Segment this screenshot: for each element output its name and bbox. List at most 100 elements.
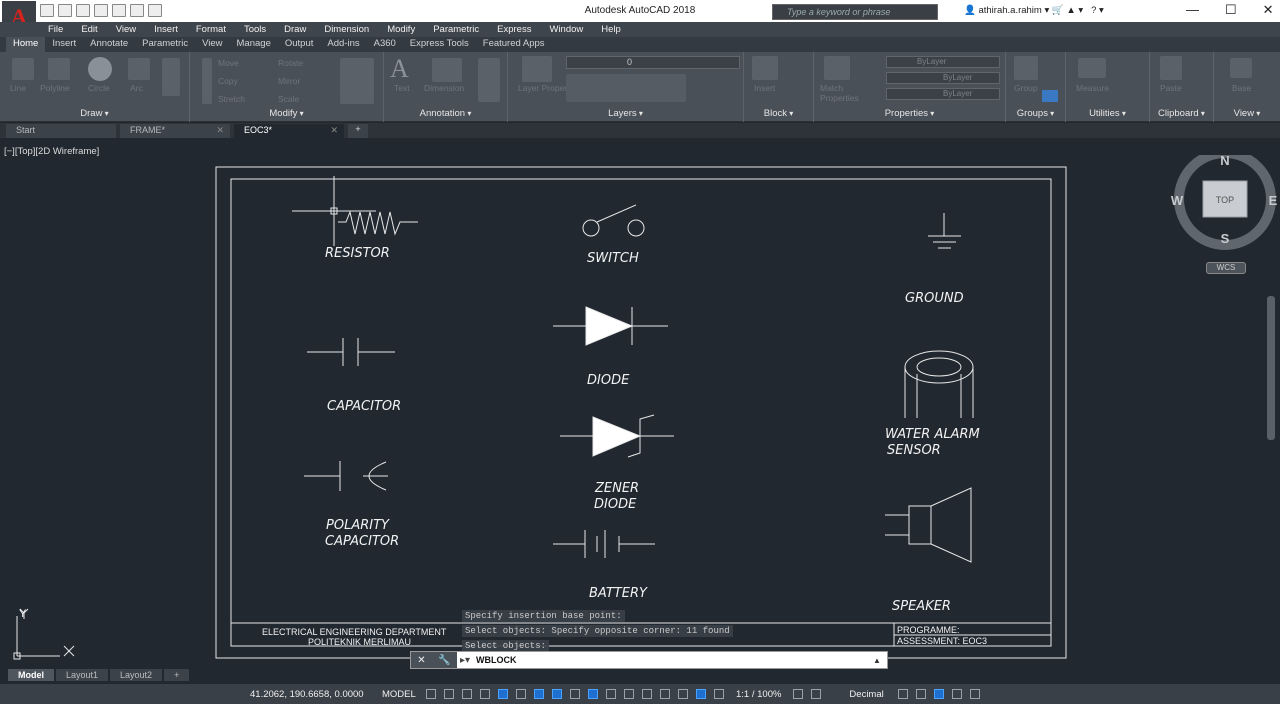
annotation-monitor-icon[interactable] [811, 689, 822, 699]
close-tab-icon[interactable]: ✕ [216, 125, 224, 136]
layout-tab-layout1[interactable]: Layout1 [56, 669, 109, 681]
lock-ui-icon[interactable] [915, 689, 926, 699]
add-layout-button[interactable]: + [164, 669, 190, 681]
tab-home[interactable]: Home [6, 37, 46, 52]
menu-help[interactable]: Help [601, 22, 629, 38]
grid-icon[interactable] [426, 689, 436, 699]
annotation-tools-icon[interactable] [478, 58, 500, 102]
snap-icon[interactable] [444, 689, 454, 699]
menu-express[interactable]: Express [497, 22, 539, 38]
menu-insert[interactable]: Insert [154, 22, 186, 38]
menu-tools[interactable]: Tools [244, 22, 274, 38]
layer-dropdown[interactable]: 0 [566, 56, 740, 69]
file-tab-frame[interactable]: FRAME* ✕ [120, 124, 230, 138]
annotation-visibility-icon[interactable] [696, 689, 706, 699]
new-tab-button[interactable]: + [348, 124, 368, 138]
tab-manage[interactable]: Manage [230, 37, 278, 52]
wcs-menu[interactable]: WCS [1206, 262, 1246, 274]
close-icon[interactable]: ✕ [1263, 2, 1274, 18]
menu-view[interactable]: View [116, 22, 144, 38]
menu-window[interactable]: Window [549, 22, 591, 38]
panel-clipboard-title[interactable]: Clipboard [1150, 108, 1213, 119]
tab-add-ins[interactable]: Add-ins [320, 37, 366, 52]
circle-icon[interactable] [88, 57, 112, 81]
rotate-label[interactable]: Rotate [278, 58, 303, 68]
color-dropdown[interactable]: ByLayer [886, 56, 1000, 68]
panel-draw-title[interactable]: Draw [0, 108, 189, 119]
coordinates-readout[interactable]: 41.2062, 190.6658, 0.0000 [250, 689, 376, 700]
infer-constraints-icon[interactable] [462, 689, 472, 699]
polyline-icon[interactable] [48, 58, 70, 80]
navigation-bar[interactable] [1267, 296, 1275, 440]
line-icon[interactable] [12, 58, 34, 80]
scale-label[interactable]: Scale [278, 94, 299, 104]
close-icon[interactable]: ✕ [417, 655, 425, 666]
draw-tools-icon[interactable] [162, 58, 180, 96]
file-tab-eoc3[interactable]: EOC3* ✕ [234, 124, 344, 138]
tab-annotate[interactable]: Annotate [83, 37, 135, 52]
object-snap-tracking-icon[interactable] [534, 689, 544, 699]
dynamic-ucs-icon[interactable] [642, 689, 652, 699]
gizmo-icon[interactable] [678, 689, 688, 699]
command-history-arrow-icon[interactable]: ▲ [873, 656, 887, 665]
command-input[interactable]: WBLOCK [470, 655, 873, 665]
panel-groups-title[interactable]: Groups [1006, 108, 1065, 119]
group-select-icon[interactable] [1042, 90, 1058, 102]
tab-insert[interactable]: Insert [45, 37, 83, 52]
text-icon[interactable]: A [390, 54, 409, 84]
search-input[interactable]: Type a keyword or phrase [772, 4, 938, 20]
layout-tab-model[interactable]: Model [8, 669, 54, 681]
layout-tab-layout2[interactable]: Layout2 [110, 669, 163, 681]
file-tab-start[interactable]: Start [6, 124, 116, 138]
match-properties-icon[interactable] [824, 56, 850, 80]
workspace-gear-icon[interactable] [793, 689, 804, 699]
lineweight-dropdown[interactable]: ByLayer [886, 88, 1000, 100]
menu-draw[interactable]: Draw [284, 22, 314, 38]
dimension-icon[interactable] [432, 58, 462, 82]
panel-layers-title[interactable]: Layers [508, 108, 743, 119]
compass-north[interactable]: N [1220, 155, 1229, 168]
viewcube[interactable]: TOP N S E W [1170, 155, 1280, 255]
lineweight-icon[interactable] [570, 689, 580, 699]
menu-edit[interactable]: Edit [81, 22, 105, 38]
compass-west[interactable]: W [1171, 193, 1184, 208]
customize-wrench-icon[interactable]: 🔧 [438, 655, 450, 666]
layer-properties-icon[interactable] [522, 56, 552, 82]
mirror-label[interactable]: Mirror [278, 76, 300, 86]
transparency-icon[interactable] [588, 689, 598, 699]
move-label[interactable]: Move [218, 58, 239, 68]
command-prompt-icon[interactable]: ▸▾ [457, 655, 470, 666]
selection-filter-icon[interactable] [660, 689, 670, 699]
panel-view-title[interactable]: View [1214, 108, 1280, 119]
panel-block-title[interactable]: Block [744, 108, 813, 119]
annotation-scale[interactable]: 1:1 / 100% [736, 689, 781, 700]
ortho-icon[interactable] [480, 689, 490, 699]
tab-featured-apps[interactable]: Featured Apps [476, 37, 552, 52]
panel-properties-title[interactable]: Properties [814, 108, 1005, 119]
copy-label[interactable]: Copy [218, 76, 238, 86]
panel-utilities-title[interactable]: Utilities [1066, 108, 1149, 119]
measure-icon[interactable] [1078, 58, 1106, 78]
tab-parametric[interactable]: Parametric [135, 37, 195, 52]
compass-south[interactable]: S [1221, 231, 1230, 246]
group-icon[interactable] [1014, 56, 1038, 80]
isodraft-icon[interactable] [516, 689, 526, 699]
polar-tracking-icon[interactable] [498, 689, 508, 699]
units-selector[interactable]: Decimal [849, 689, 883, 700]
tab-view[interactable]: View [195, 37, 229, 52]
menu-parametric[interactable]: Parametric [433, 22, 487, 38]
tab-express-tools[interactable]: Express Tools [403, 37, 476, 52]
quick-properties-icon[interactable] [897, 689, 908, 699]
panel-modify-title[interactable]: Modify [190, 108, 383, 119]
tab-output[interactable]: Output [278, 37, 321, 52]
auto-scale-icon[interactable] [714, 689, 724, 699]
minimize-icon[interactable]: — [1186, 2, 1199, 18]
tab-a360[interactable]: A360 [367, 37, 403, 52]
base-view-icon[interactable] [1230, 58, 1252, 78]
menu-file[interactable]: File [48, 22, 71, 38]
drawing-canvas[interactable]: RESISTOR SWITCH GROUND CAPACITOR DIODE W… [0, 140, 1280, 670]
customization-menu-icon[interactable] [969, 689, 980, 699]
menu-modify[interactable]: Modify [387, 22, 423, 38]
model-space-button[interactable]: MODEL [382, 689, 422, 700]
user-account[interactable]: 👤 athirah.a.rahim ▾ 🛒 ▲ ▾ ? ▾ [964, 5, 1104, 16]
